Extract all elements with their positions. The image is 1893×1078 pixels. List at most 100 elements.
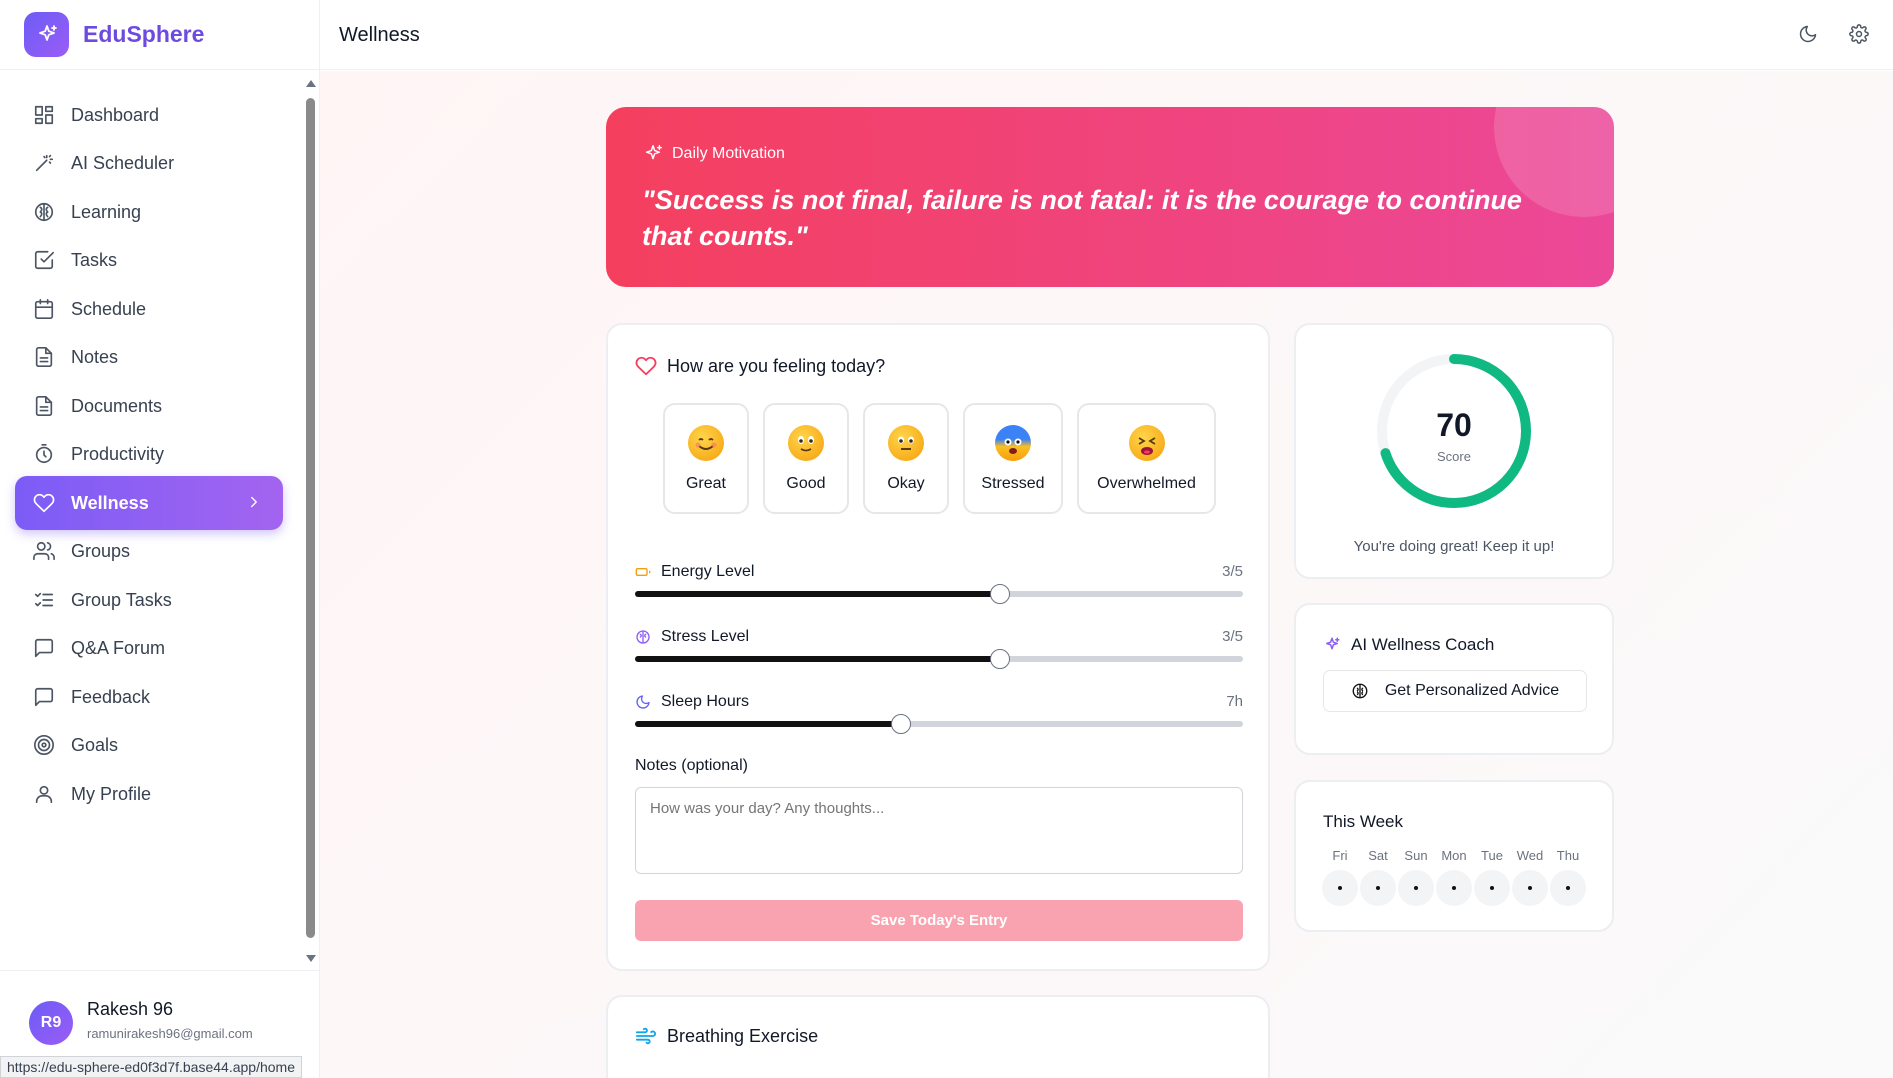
score-label: Score	[1437, 449, 1471, 464]
brand-name[interactable]: EduSphere	[83, 21, 204, 48]
main-content: Daily Motivation "Success is not final, …	[320, 71, 1893, 1078]
week-day-indicator	[1398, 870, 1434, 906]
sidebar-item-productivity[interactable]: Productivity	[15, 427, 283, 481]
energy-slider-thumb[interactable]	[989, 584, 1010, 604]
stress-label: Stress Level	[635, 628, 749, 646]
week-day-indicator	[1436, 870, 1472, 906]
sidebar-nav: Dashboard AI Scheduler Learning Tasks Sc…	[0, 78, 300, 963]
stress-slider-thumb[interactable]	[989, 649, 1010, 669]
wind-icon	[635, 1027, 657, 1045]
mood-option-great[interactable]: Great	[663, 403, 749, 514]
sidebar-item-label: AI Scheduler	[71, 152, 175, 173]
ai-wellness-coach-card: AI Wellness Coach Get Personalized Advic…	[1294, 603, 1614, 755]
users-icon	[33, 541, 55, 561]
sidebar-item-label: My Profile	[71, 783, 152, 804]
sidebar-item-documents[interactable]: Documents	[15, 379, 283, 433]
sidebar-item-label: Schedule	[71, 298, 147, 319]
scroll-down-arrow-icon[interactable]	[306, 955, 316, 962]
week-day-indicator	[1474, 870, 1510, 906]
get-advice-label: Get Personalized Advice	[1384, 682, 1560, 699]
week-day-indicator	[1512, 870, 1548, 906]
sidebar-scrollbar[interactable]	[303, 76, 317, 966]
sidebar-item-notes[interactable]: Notes	[15, 330, 283, 384]
get-advice-button[interactable]: Get Personalized Advice	[1323, 670, 1587, 712]
sidebar: EduSphere Dashboard AI Scheduler Learnin…	[0, 0, 320, 1078]
scroll-up-arrow-icon[interactable]	[306, 80, 316, 87]
sidebar-item-label: Dashboard	[71, 104, 160, 125]
user-icon	[35, 785, 53, 804]
file-icon	[35, 347, 53, 367]
mood-option-good[interactable]: Good	[763, 403, 849, 514]
week-day-label: Tue	[1481, 848, 1503, 863]
wellness-score-card: 70 Score You're doing great! Keep it up!	[1294, 323, 1614, 579]
calendar-icon	[34, 299, 54, 319]
week-day-label: Thu	[1556, 848, 1580, 863]
target-icon	[34, 735, 54, 755]
gear-icon	[1849, 24, 1869, 44]
mood-option-stressed[interactable]: Stressed	[963, 403, 1063, 514]
sidebar-item-label: Goals	[71, 734, 119, 755]
sidebar-item-dashboard[interactable]: Dashboard	[15, 88, 283, 142]
sidebar-item-group-tasks[interactable]: Group Tasks	[15, 573, 283, 627]
week-day-label: Sun	[1404, 848, 1428, 863]
coach-title-text: AI Wellness Coach	[1351, 635, 1495, 654]
breathing-exercise-card: Breathing Exercise	[606, 995, 1270, 1078]
sidebar-item-tasks[interactable]: Tasks	[15, 233, 283, 287]
mood-option-label: Okay	[887, 475, 925, 492]
week-day-label: Fri	[1332, 848, 1348, 863]
sparkles-icon	[1326, 637, 1340, 650]
topbar: Wellness	[320, 0, 1893, 70]
sidebar-item-label: Groups	[71, 540, 131, 561]
status-bar-url: https://edu-sphere-ed0f3d7f.base44.app/h…	[0, 1056, 302, 1078]
mood-option-okay[interactable]: Okay	[863, 403, 949, 514]
brand: EduSphere	[0, 0, 319, 70]
stress-slider-fill	[635, 656, 1000, 662]
sidebar-item-my-profile[interactable]: My Profile	[15, 767, 283, 821]
sidebar-item-wellness[interactable]: Wellness	[15, 476, 283, 530]
sidebar-item-qa-forum[interactable]: Q&A Forum	[15, 621, 283, 675]
energy-slider[interactable]	[635, 584, 1243, 604]
scroll-thumb[interactable]	[306, 98, 315, 938]
heart-icon	[33, 493, 55, 513]
sidebar-item-schedule[interactable]: Schedule	[15, 282, 283, 336]
breathing-title-text: Breathing Exercise	[667, 1025, 819, 1046]
coach-title: AI Wellness Coach	[1323, 635, 1494, 655]
dashboard-icon	[34, 105, 54, 125]
week-day-indicator	[1550, 870, 1586, 906]
timer-icon	[35, 444, 53, 464]
stress-slider[interactable]	[635, 649, 1243, 669]
sparkles-icon	[645, 145, 662, 160]
sleep-slider-thumb[interactable]	[891, 714, 911, 734]
sidebar-item-learning[interactable]: Learning	[15, 185, 283, 239]
sidebar-item-groups[interactable]: Groups	[15, 524, 283, 578]
energy-value: 3/5	[1222, 563, 1243, 580]
dark-mode-toggle[interactable]	[1798, 24, 1820, 46]
page-title: Wellness	[339, 24, 420, 46]
settings-button[interactable]	[1849, 24, 1871, 46]
sidebar-item-label: Tasks	[71, 249, 118, 270]
sidebar-item-ai-scheduler[interactable]: AI Scheduler	[15, 136, 283, 190]
wand-icon	[35, 154, 54, 172]
mood-option-overwhelmed[interactable]: Overwhelmed	[1077, 403, 1216, 514]
sidebar-item-goals[interactable]: Goals	[15, 718, 283, 772]
file-icon	[35, 396, 53, 416]
mood-option-label: Overwhelmed	[1097, 475, 1196, 492]
heart-icon	[635, 356, 657, 376]
stress-label-text: Stress Level	[661, 628, 750, 645]
mood-checkin-card: How are you feeling today? Great Good Ok…	[606, 323, 1270, 971]
save-entry-button[interactable]: Save Today's Entry	[635, 900, 1243, 941]
stress-slider-row: Stress Level 3/5	[635, 628, 1243, 678]
tired-face-icon	[1128, 425, 1165, 461]
stress-value: 3/5	[1222, 628, 1243, 645]
week-day-indicator	[1360, 870, 1396, 906]
message-icon	[34, 638, 54, 658]
avatar[interactable]: R9	[29, 1001, 73, 1045]
energy-label-text: Energy Level	[661, 563, 755, 580]
notes-textarea[interactable]	[635, 787, 1243, 874]
energy-label: Energy Level	[635, 563, 754, 581]
message-icon	[34, 687, 54, 707]
user-email: ramunirakesh96@gmail.com	[87, 1026, 253, 1041]
mood-option-label: Stressed	[981, 475, 1045, 492]
sleep-slider[interactable]	[635, 714, 1243, 734]
sidebar-item-feedback[interactable]: Feedback	[15, 670, 283, 724]
